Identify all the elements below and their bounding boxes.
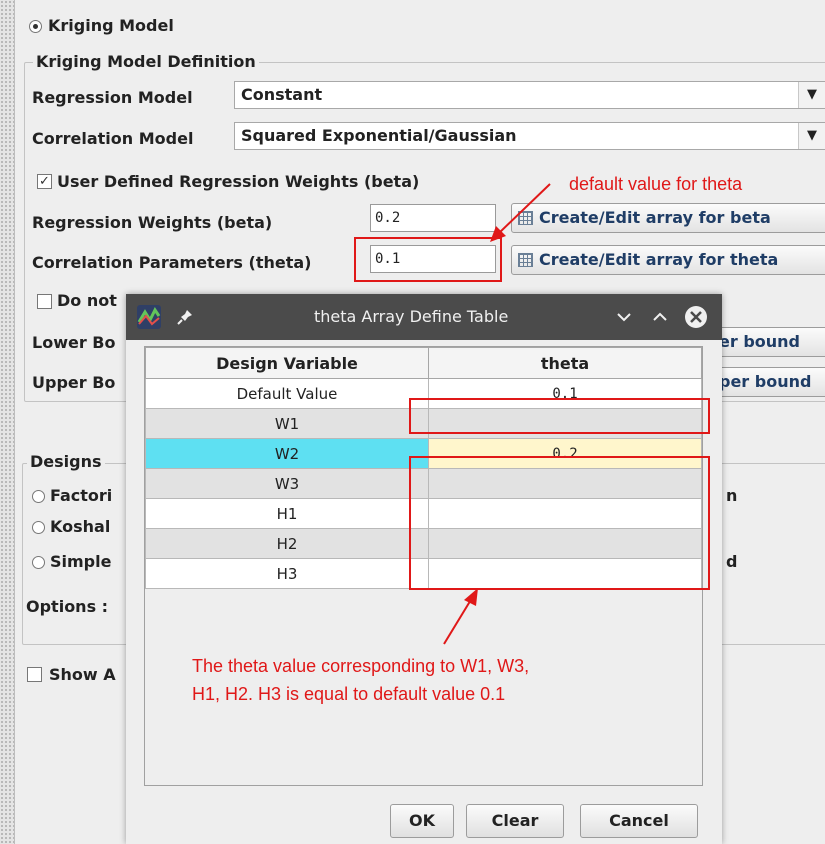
dialog-title: theta Array Define Table: [314, 307, 509, 326]
w1-theta-highlight: [409, 398, 710, 434]
other-theta-highlight: [409, 456, 710, 590]
show-all-checkbox[interactable]: [27, 667, 42, 682]
options-label: Options :: [26, 597, 109, 616]
table-icon: [518, 253, 533, 267]
column-header-design-variable[interactable]: Design Variable: [145, 347, 429, 379]
user-weights-label: User Defined Regression Weights (beta): [57, 172, 420, 191]
dialog-titlebar[interactable]: theta Array Define Table: [126, 294, 722, 340]
koshal-radio[interactable]: [32, 521, 45, 534]
row-name-cell[interactable]: W3: [145, 468, 429, 499]
pin-icon[interactable]: [176, 308, 194, 326]
edit-beta-array-label: Create/Edit array for beta: [539, 208, 771, 227]
column-header-theta[interactable]: theta: [428, 347, 702, 379]
simple-suffix: d: [726, 552, 738, 571]
annotation-arrow: [490, 183, 551, 242]
chevron-down-icon[interactable]: ▼: [798, 123, 825, 149]
kriging-definition-legend: Kriging Model Definition: [33, 52, 259, 71]
correlation-model-value: Squared Exponential/Gaussian: [241, 126, 517, 145]
user-weights-checkbox[interactable]: ✓: [37, 174, 52, 189]
upper-bound-button[interactable]: per bound: [712, 367, 825, 397]
factorial-radio[interactable]: [32, 490, 45, 503]
note-line-1: The theta value corresponding to W1, W3,: [192, 656, 530, 676]
close-icon[interactable]: [684, 305, 708, 329]
row-name-cell[interactable]: H3: [145, 558, 429, 589]
beta-label: Regression Weights (beta): [32, 213, 273, 232]
designs-legend: Designs: [27, 452, 105, 471]
do-not-label: Do not: [57, 291, 117, 310]
edit-theta-array-label: Create/Edit array for theta: [539, 250, 779, 269]
row-name-cell[interactable]: H1: [145, 498, 429, 529]
koshal-label: Koshal: [50, 517, 111, 536]
cancel-button[interactable]: Cancel: [580, 804, 698, 838]
lower-bound-button[interactable]: er bound: [712, 327, 825, 357]
factorial-suffix: n: [726, 486, 738, 505]
correlation-model-select[interactable]: Squared Exponential/Gaussian ▼: [234, 122, 825, 150]
default-theta-annotation: default value for theta: [569, 174, 743, 194]
maximize-chevron-icon[interactable]: [652, 310, 668, 324]
upper-bound-button-label: per bound: [719, 372, 812, 391]
kriging-model-radio[interactable]: [29, 20, 42, 33]
correlation-model-label: Correlation Model: [32, 129, 194, 148]
show-all-label: Show A: [49, 665, 116, 684]
note-line-2: H1, H2. H3 is equal to default value 0.1: [192, 684, 506, 704]
lower-bound-label: Lower Bo: [32, 333, 116, 352]
clear-button[interactable]: Clear: [466, 804, 564, 838]
regression-model-select[interactable]: Constant ▼: [234, 81, 825, 109]
chevron-down-icon[interactable]: ▼: [798, 82, 825, 108]
simple-label: Simple: [50, 552, 112, 571]
minimize-chevron-icon[interactable]: [616, 310, 632, 324]
upper-bound-label: Upper Bo: [32, 373, 116, 392]
simple-radio[interactable]: [32, 556, 45, 569]
edit-theta-array-button[interactable]: Create/Edit array for theta: [511, 245, 825, 275]
regression-model-value: Constant: [241, 85, 323, 104]
row-name-cell[interactable]: W2: [145, 438, 429, 469]
app-logo-icon: [137, 305, 161, 329]
annotation-arrow: [443, 588, 478, 645]
theta-label: Correlation Parameters (theta): [32, 253, 312, 272]
beta-input[interactable]: 0.2: [370, 204, 496, 232]
ok-button[interactable]: OK: [390, 804, 454, 838]
kriging-model-label: Kriging Model: [48, 16, 174, 35]
row-name-cell[interactable]: Default Value: [145, 378, 429, 409]
lower-bound-button-label: er bound: [719, 332, 800, 351]
regression-model-label: Regression Model: [32, 88, 193, 107]
row-name-cell[interactable]: H2: [145, 528, 429, 559]
factorial-label: Factori: [50, 486, 113, 505]
window-edge: [0, 0, 15, 844]
do-not-checkbox[interactable]: [37, 294, 52, 309]
row-name-cell[interactable]: W1: [145, 408, 429, 439]
